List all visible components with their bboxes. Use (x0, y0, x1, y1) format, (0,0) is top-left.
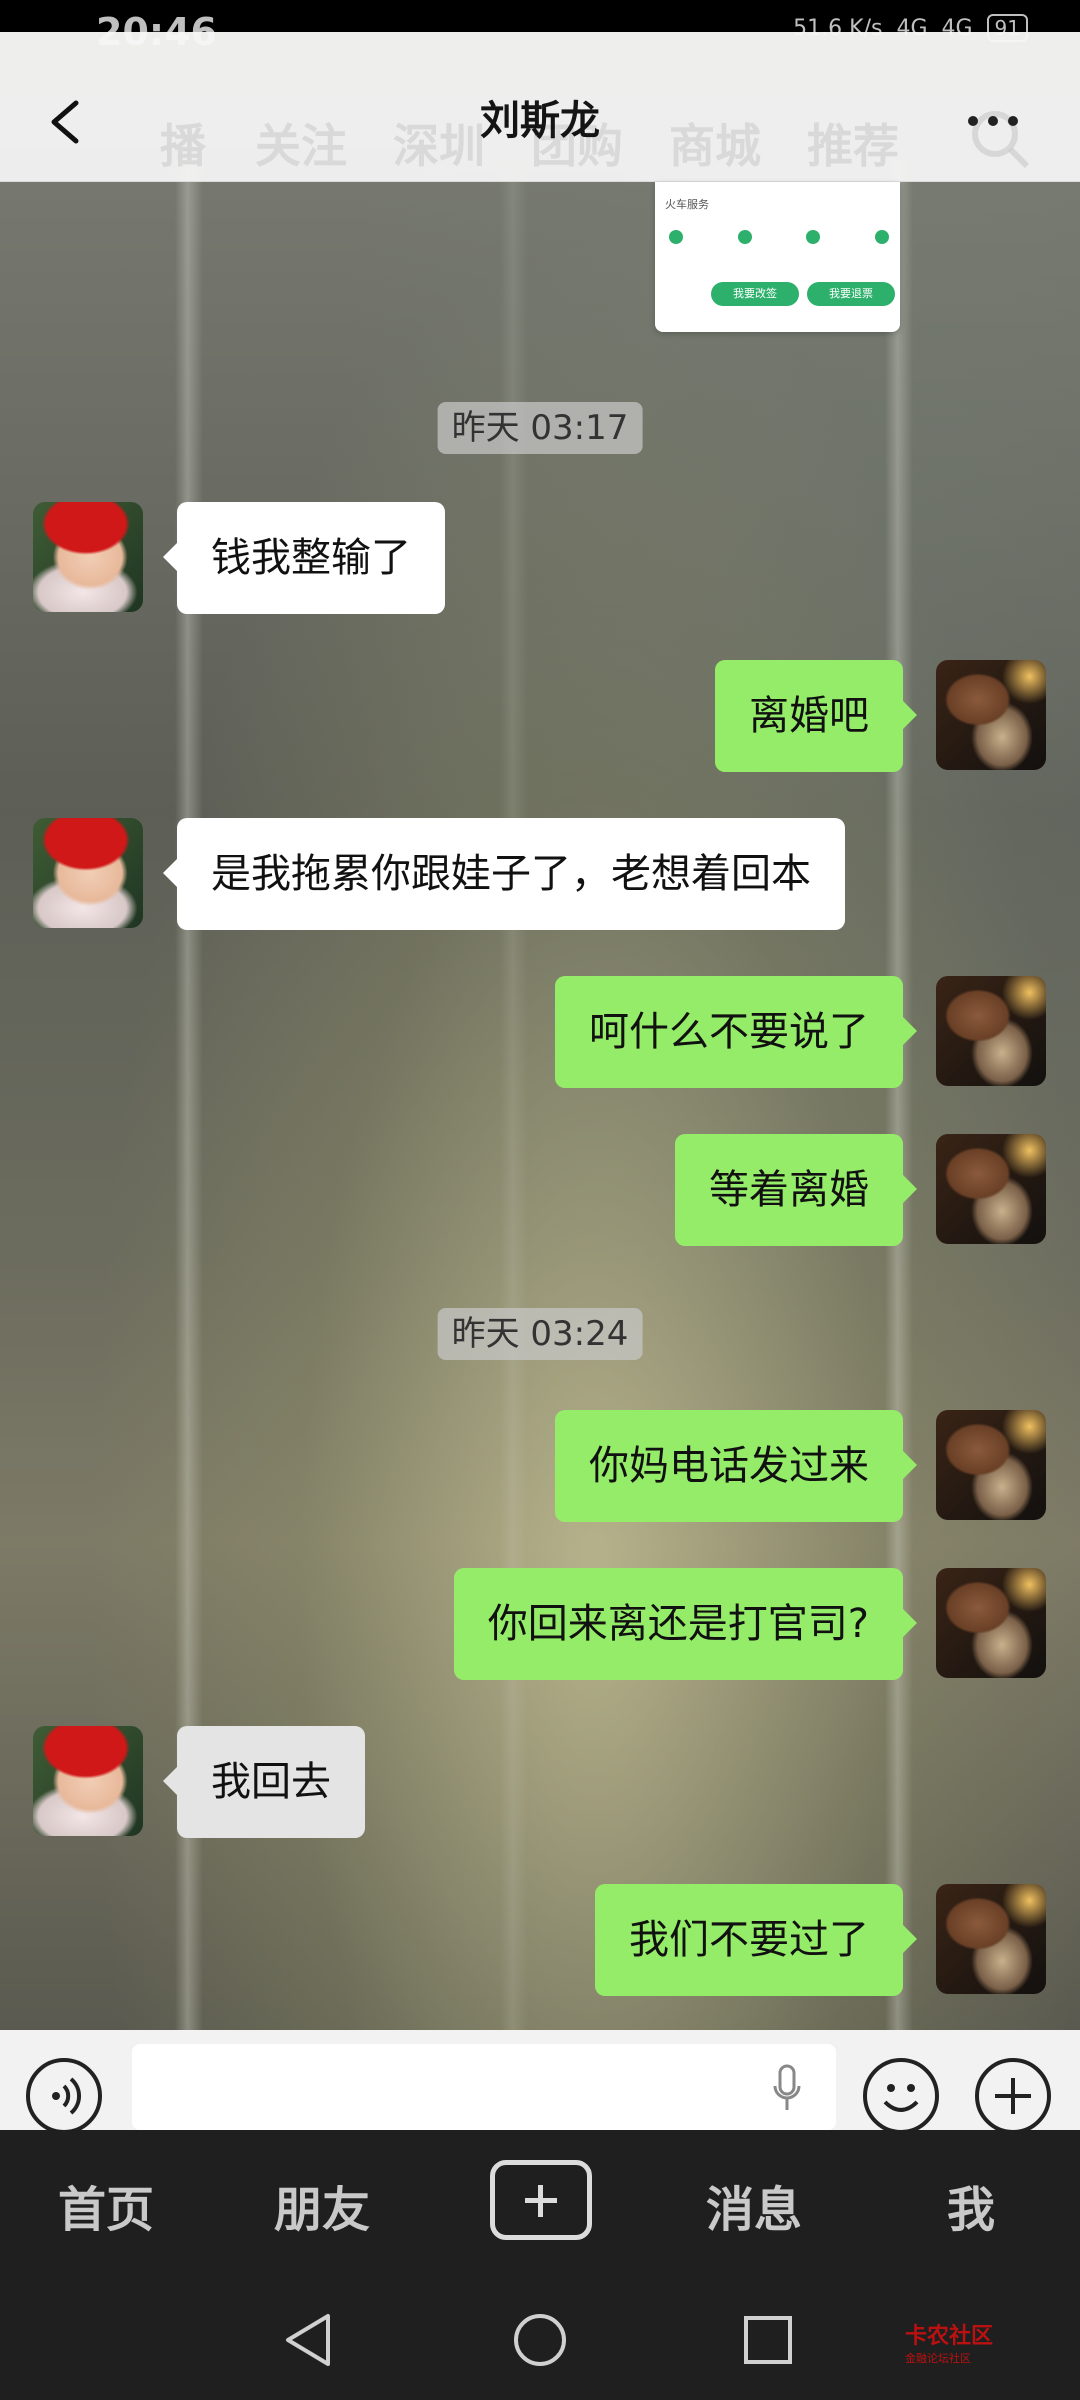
my-avatar[interactable] (936, 1134, 1046, 1244)
more-dot (1008, 116, 1018, 126)
nav-back-icon[interactable] (270, 2300, 350, 2380)
message-bubble-sent[interactable]: 呵什么不要说了 (555, 976, 917, 1088)
emoji-button[interactable] (863, 2058, 939, 2134)
system-navigation-bar: 卡农社区 金融论坛社区 (0, 2280, 1080, 2400)
more-dot (988, 116, 998, 126)
my-avatar[interactable] (936, 976, 1046, 1086)
watermark-logo: 卡农社区 金融论坛社区 (905, 2318, 993, 2366)
message-bubble-sent[interactable]: 我们不要过了 (595, 1884, 917, 1996)
watermark-sub: 金融论坛社区 (905, 2352, 971, 2365)
message-input-bar (0, 2030, 1080, 2134)
voice-button[interactable] (26, 2058, 102, 2134)
message-bubble-received[interactable]: 我回去 (163, 1726, 365, 1838)
contact-avatar[interactable] (33, 502, 143, 612)
emoji-icon (883, 2084, 919, 2112)
message-list: 昨天 03:17 钱我整输了 离婚吧 是我拖累你跟娃子了，老想着回本 呵什么不要… (0, 182, 1080, 2030)
message-bubble-sent[interactable]: 离婚吧 (715, 660, 917, 772)
voice-icon (52, 2077, 82, 2115)
contact-avatar[interactable] (33, 1726, 143, 1836)
status-bar: 20:46 51.6 K/s 4G 4G 91 (0, 0, 1080, 54)
message-input[interactable] (132, 2044, 836, 2130)
tab-messages[interactable]: 消息 (706, 2170, 802, 2240)
tab-home[interactable]: 首页 (58, 2170, 154, 2240)
contact-avatar[interactable] (33, 818, 143, 928)
watermark-brand: 卡农社区 (905, 2324, 994, 2349)
time-stamp: 昨天 03:24 (437, 1308, 643, 1360)
my-avatar[interactable] (936, 1884, 1046, 1994)
chat-header: 播 关注 深圳 团购 商城 推荐 刘斯龙 (0, 32, 1080, 182)
my-avatar[interactable] (936, 1410, 1046, 1520)
message-bubble-sent[interactable]: 你回来离还是打官司? (453, 1568, 918, 1680)
nav-home-icon[interactable] (500, 2300, 580, 2380)
microphone-icon[interactable] (772, 2064, 802, 2112)
more-dot (968, 116, 978, 126)
my-avatar[interactable] (936, 1568, 1046, 1678)
more-button[interactable] (960, 96, 1040, 156)
my-avatar[interactable] (936, 660, 1046, 770)
tab-me[interactable]: 我 (947, 2170, 995, 2240)
chat-title: 刘斯龙 (480, 98, 600, 144)
message-bubble-sent[interactable]: 你妈电话发过来 (555, 1410, 917, 1522)
message-bubble-sent[interactable]: 等着离婚 (675, 1134, 917, 1246)
nav-recents-icon[interactable] (728, 2300, 808, 2380)
plus-icon (995, 2078, 1031, 2114)
message-bubble-received[interactable]: 钱我整输了 (163, 502, 445, 614)
more-actions-button[interactable] (975, 2058, 1051, 2134)
tab-friends[interactable]: 朋友 (274, 2170, 370, 2240)
create-post-button[interactable] (490, 2160, 592, 2240)
bottom-tab-bar: 首页 朋友 消息 我 (0, 2130, 1080, 2280)
message-bubble-received[interactable]: 是我拖累你跟娃子了，老想着回本 (163, 818, 845, 930)
time-stamp: 昨天 03:17 (437, 402, 643, 454)
